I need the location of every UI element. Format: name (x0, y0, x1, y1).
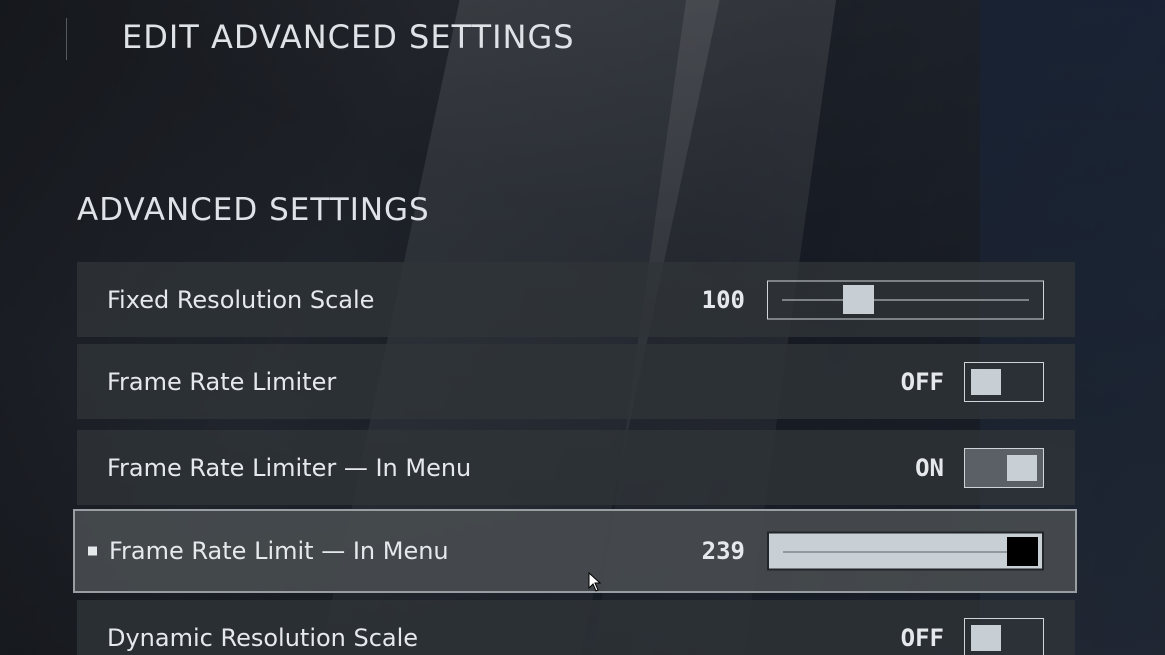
setting-row-dynamic-resolution-scale[interactable]: Dynamic Resolution Scale OFF (77, 600, 1075, 655)
toggle-knob (971, 368, 1001, 395)
header-divider (66, 18, 67, 60)
setting-value: OFF (900, 367, 944, 396)
mouse-cursor-icon (588, 572, 602, 592)
setting-label: Frame Rate Limit — In Menu (109, 537, 449, 565)
slider-track (782, 299, 1029, 301)
setting-row-frame-rate-limit-in-menu[interactable]: Frame Rate Limit — In Menu 239 (73, 509, 1077, 593)
section-title: ADVANCED SETTINGS (77, 192, 430, 228)
setting-value: OFF (900, 623, 944, 652)
frame-rate-limiter-in-menu-toggle[interactable] (964, 447, 1044, 488)
dynamic-resolution-scale-toggle[interactable] (964, 617, 1044, 655)
setting-value: ON (915, 453, 944, 482)
setting-row-frame-rate-limiter[interactable]: Frame Rate Limiter OFF (77, 344, 1075, 419)
frame-rate-limiter-toggle[interactable] (964, 361, 1044, 402)
setting-label: Fixed Resolution Scale (107, 285, 375, 314)
toggle-knob (1007, 454, 1037, 481)
slider-track (783, 551, 1028, 552)
slider-thumb[interactable] (842, 285, 874, 314)
setting-row-fixed-resolution-scale[interactable]: Fixed Resolution Scale 100 (77, 262, 1075, 337)
page-title: EDIT ADVANCED SETTINGS (122, 18, 575, 56)
slider-thumb[interactable] (1007, 536, 1038, 566)
setting-row-frame-rate-limiter-in-menu[interactable]: Frame Rate Limiter — In Menu ON (77, 430, 1075, 505)
resolution-scale-slider[interactable] (767, 280, 1044, 319)
selection-marker-icon (88, 546, 97, 556)
setting-label: Frame Rate Limiter — In Menu (107, 453, 472, 482)
setting-value: 100 (701, 285, 745, 314)
setting-label: Frame Rate Limiter (107, 367, 337, 396)
frame-rate-limit-slider[interactable] (767, 531, 1044, 571)
setting-label: Dynamic Resolution Scale (107, 623, 419, 652)
setting-value: 239 (701, 537, 745, 565)
toggle-knob (971, 624, 1001, 651)
